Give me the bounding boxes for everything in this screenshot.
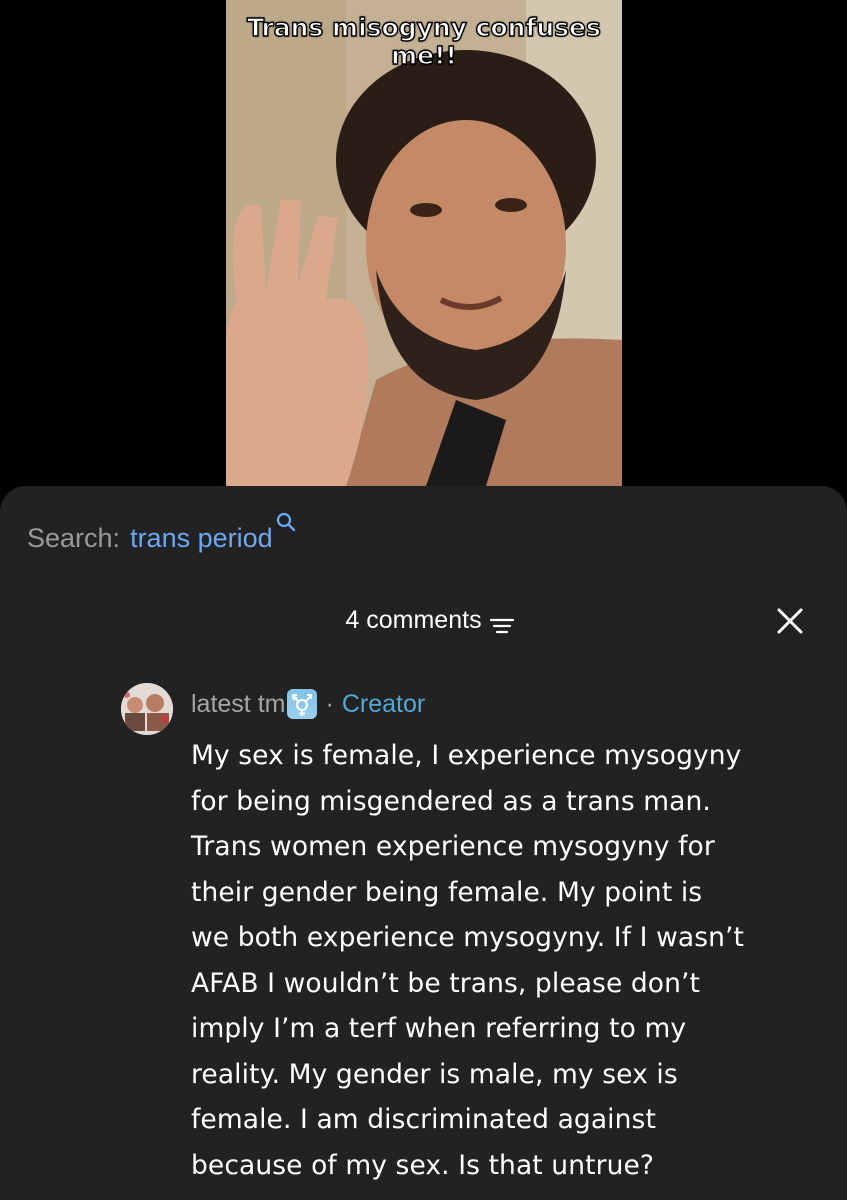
- video-caption: Trans misogyny confuses me!!: [246, 13, 601, 70]
- search-prefix: Search:: [27, 523, 121, 553]
- meta-separator: ·: [325, 690, 334, 718]
- comment-meta: latest tm · Creator: [191, 685, 425, 723]
- filter-icon[interactable]: [489, 610, 514, 634]
- avatar[interactable]: [121, 683, 173, 735]
- video-area[interactable]: Trans misogyny confuses me!!: [0, 0, 847, 486]
- transgender-symbol-icon: [287, 689, 318, 719]
- video-player[interactable]: Trans misogyny confuses me!!: [226, 0, 622, 486]
- comment-text: My sex is female, I experience mysogyny …: [191, 740, 745, 1181]
- video-frame-image: [226, 0, 622, 486]
- creator-label: Creator: [341, 690, 426, 718]
- search-icon[interactable]: [275, 506, 297, 532]
- related-search[interactable]: Search: trans period: [27, 512, 297, 556]
- search-term-link[interactable]: trans period: [130, 520, 273, 556]
- comments-header: 4 comments: [0, 602, 847, 638]
- comment-username[interactable]: latest tm: [191, 685, 285, 723]
- close-icon[interactable]: [775, 606, 805, 636]
- comments-sort-button[interactable]: 4 comments: [345, 602, 514, 638]
- comments-count: 4 comments: [345, 606, 482, 634]
